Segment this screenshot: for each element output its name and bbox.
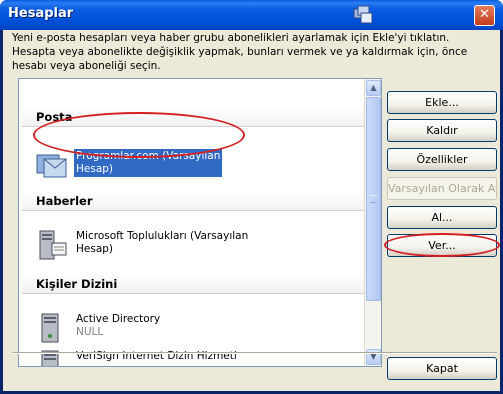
section-header-mail: Posta bbox=[22, 107, 367, 127]
scroll-up-button[interactable]: ▲ bbox=[366, 80, 381, 96]
import-button[interactable]: Al... bbox=[387, 206, 497, 229]
set-default-button[interactable]: Varsayılan Olarak Ata bbox=[387, 177, 497, 200]
mail-account-line1: Programlar.com (Varsayılan bbox=[76, 150, 221, 162]
close-button[interactable]: Kapat bbox=[387, 357, 497, 380]
section-header-directory: Kişiler Dizini bbox=[22, 274, 367, 294]
section-header-news: Haberler bbox=[22, 191, 367, 211]
directory-server-icon bbox=[36, 312, 68, 344]
active-directory-line1: Active Directory bbox=[76, 313, 161, 325]
active-directory-label: Active Directory NULL bbox=[74, 312, 162, 340]
window-title: Hesaplar bbox=[8, 6, 74, 21]
mail-account-line2: Hesap) bbox=[76, 163, 114, 175]
list-scrollbar[interactable]: ▲ ▼ bbox=[364, 79, 381, 366]
scroll-thumb[interactable] bbox=[366, 97, 381, 301]
scroll-grip-icon bbox=[370, 195, 377, 203]
separator-line bbox=[12, 352, 497, 354]
news-account-line1: Microsoft Toplulukları (Varsayılan bbox=[76, 230, 249, 242]
mail-account-icon bbox=[36, 149, 68, 181]
accounts-dialog: Hesaplar ✕ Yeni e-posta hesapları veya h… bbox=[0, 0, 503, 394]
instructions-text: Yeni e-posta hesapları veya haber grubu … bbox=[12, 32, 468, 72]
accounts-list[interactable]: Posta Programlar.com (Varsayılan Hesap) … bbox=[18, 78, 382, 367]
news-account-label: Microsoft Toplulukları (Varsayılan Hesap… bbox=[74, 229, 250, 257]
remove-button[interactable]: Kaldır bbox=[387, 119, 497, 142]
properties-button[interactable]: Özellikler bbox=[387, 148, 497, 171]
add-button[interactable]: Ekle... bbox=[387, 91, 497, 114]
news-account-line2: Hesap) bbox=[76, 243, 114, 255]
active-directory-line2: NULL bbox=[76, 326, 104, 338]
accounts-window-icon bbox=[352, 4, 374, 26]
export-button[interactable]: Ver... bbox=[387, 234, 497, 257]
title-bar[interactable]: Hesaplar ✕ bbox=[0, 0, 503, 30]
news-server-icon bbox=[36, 229, 68, 261]
close-window-button[interactable]: ✕ bbox=[474, 5, 495, 26]
dialog-body: Yeni e-posta hesapları veya haber grubu … bbox=[3, 30, 500, 391]
mail-account-label: Programlar.com (Varsayılan Hesap) bbox=[74, 149, 223, 177]
